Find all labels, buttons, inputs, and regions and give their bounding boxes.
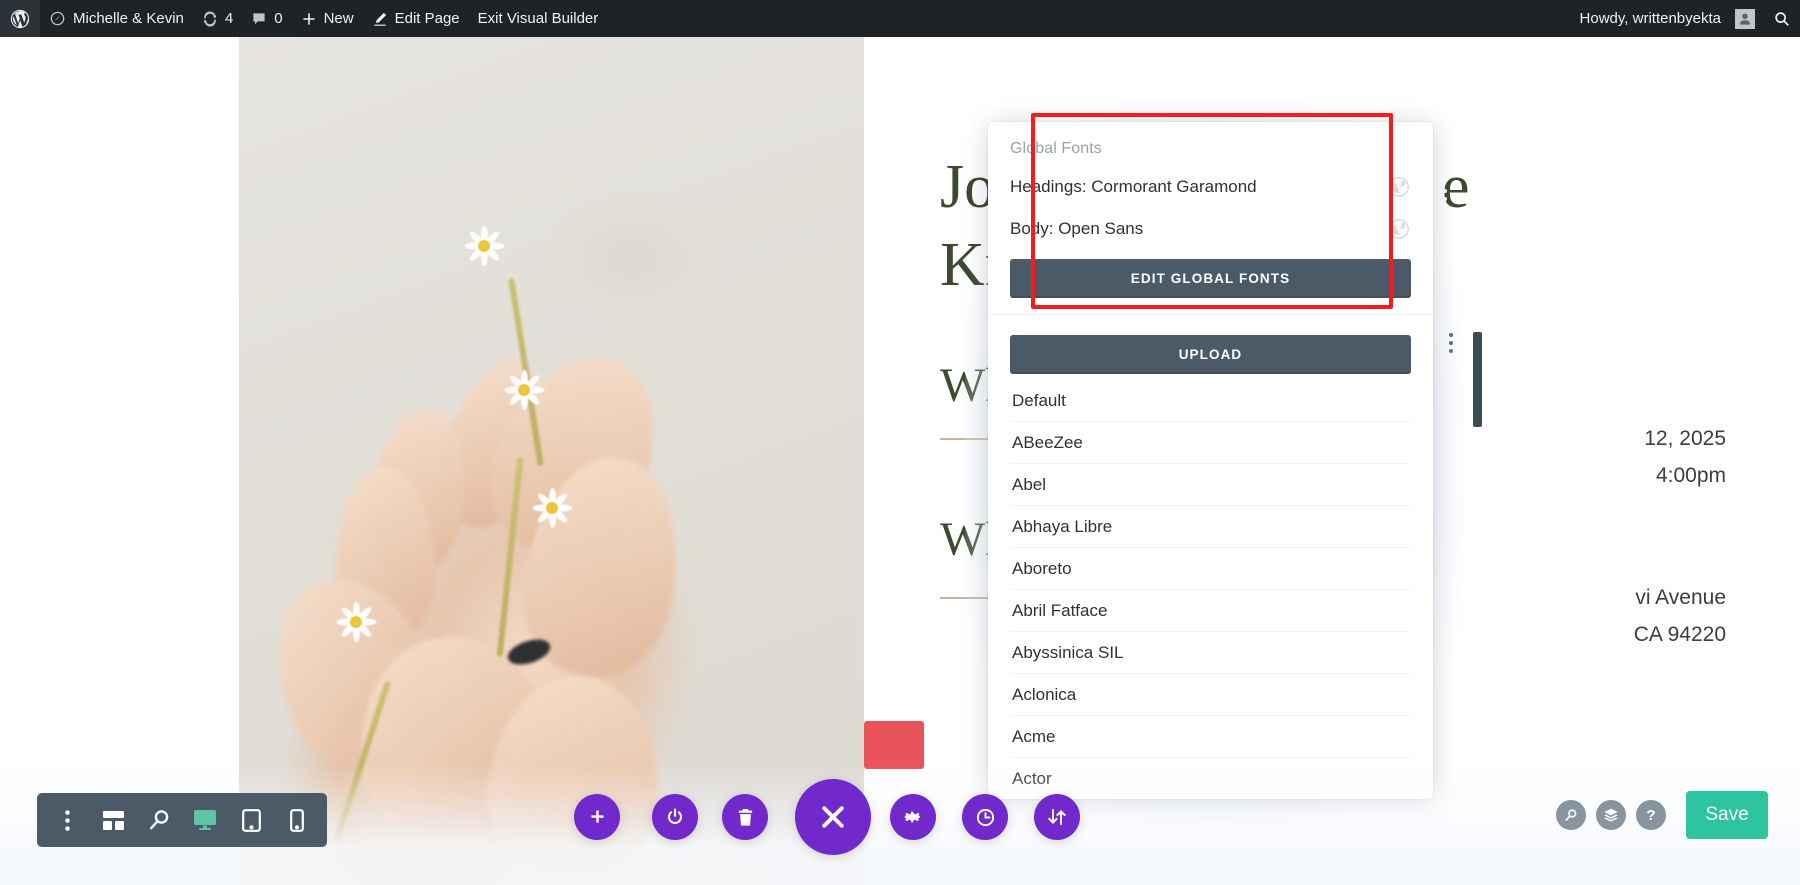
event-date-text: 12, 2025	[1644, 427, 1726, 450]
updates-icon	[202, 10, 218, 27]
edit-page-label: Edit Page	[394, 10, 460, 27]
search-icon	[1564, 808, 1576, 821]
desktop-view-icon[interactable]	[183, 798, 227, 842]
page-canvas: Jo Kn e Wh Wh 12, 2025 4:00pm vi Avenue …	[0, 37, 1800, 885]
daisy-flower	[461, 223, 507, 269]
edit-page-link[interactable]: Edit Page	[363, 0, 469, 37]
font-list-item[interactable]: ABeeZee	[1010, 422, 1411, 464]
global-fonts-section: Global Fonts Headings: Cormorant Garamon…	[988, 122, 1433, 315]
font-list-item[interactable]: Acme	[1010, 716, 1411, 758]
font-list-item[interactable]: Abhaya Libre	[1010, 506, 1411, 548]
font-list[interactable]: Default ABeeZee Abel Abhaya Libre Aboret…	[988, 380, 1433, 799]
font-list-item[interactable]: Abel	[1010, 464, 1411, 506]
exit-visual-builder-label: Exit Visual Builder	[477, 10, 599, 27]
power-toggle-button[interactable]	[652, 794, 698, 840]
help-button[interactable]: ?	[1636, 800, 1666, 830]
comments-icon	[251, 11, 267, 27]
global-fonts-title: Global Fonts	[1010, 140, 1102, 157]
search-button[interactable]	[1556, 800, 1586, 830]
module-options-handle[interactable]	[1449, 333, 1453, 353]
site-name-label: Michelle & Kevin	[73, 10, 184, 27]
pencil-icon	[372, 11, 388, 27]
module-drag-handle-right[interactable]	[1443, 189, 1447, 209]
globe-icon	[1387, 217, 1411, 241]
portability-button[interactable]	[1034, 794, 1080, 840]
edit-global-fonts-button[interactable]: EDIT GLOBAL FONTS	[1010, 259, 1411, 298]
global-heading-font-label: Headings: Cormorant Garamond	[1010, 177, 1257, 196]
hero-photo[interactable]	[239, 37, 864, 885]
global-body-font-label: Body: Open Sans	[1010, 219, 1144, 238]
new-content-menu[interactable]: New	[292, 0, 363, 37]
event-address-line1: vi Avenue	[1635, 586, 1726, 609]
close-menu-icon	[822, 806, 844, 828]
event-address-line2: CA 94220	[1633, 623, 1726, 646]
admin-bar-search-button[interactable]	[1764, 0, 1800, 37]
global-heading-font-row[interactable]: Headings: Cormorant Garamond	[1010, 175, 1411, 199]
close-menu-button[interactable]	[795, 779, 871, 855]
exit-visual-builder-link[interactable]: Exit Visual Builder	[469, 0, 608, 37]
page-title-line1[interactable]: Jo	[940, 155, 995, 220]
new-content-label: New	[323, 10, 354, 27]
globe-icon	[1387, 175, 1411, 199]
zoom-out-icon[interactable]	[137, 798, 181, 842]
help-icon: ?	[1646, 806, 1656, 824]
more-options-icon[interactable]	[45, 798, 89, 842]
user-avatar-icon	[1735, 8, 1755, 29]
dashboard-icon	[49, 10, 66, 27]
event-time-text: 4:00pm	[1655, 464, 1726, 487]
power-toggle-icon	[667, 808, 683, 824]
delete-button[interactable]	[722, 794, 768, 840]
row-handle-bar[interactable]	[1473, 332, 1482, 427]
updates-count: 4	[224, 10, 234, 27]
add-module-button[interactable]	[574, 794, 620, 840]
wireframe-icon[interactable]	[91, 798, 135, 842]
phone-view-icon[interactable]	[275, 798, 319, 842]
settings-gear-icon	[904, 811, 921, 823]
upload-section: UPLOAD	[988, 315, 1433, 380]
upload-font-button[interactable]: UPLOAD	[1010, 335, 1411, 374]
builder-view-toolbar	[37, 793, 327, 847]
wp-logo-menu[interactable]	[0, 0, 40, 37]
font-list-item[interactable]: Abyssinica SIL	[1010, 632, 1411, 674]
history-clock-icon	[976, 808, 994, 826]
tablet-view-icon[interactable]	[229, 798, 273, 842]
my-account-menu[interactable]: Howdy, writtenbyekta	[1571, 0, 1764, 37]
settings-button[interactable]	[890, 794, 936, 840]
font-list-item[interactable]: Actor	[1010, 758, 1411, 799]
daisy-flower	[501, 367, 547, 413]
daisy-flower	[333, 599, 379, 645]
wordpress-logo-icon	[9, 8, 31, 30]
global-body-font-row[interactable]: Body: Open Sans	[1010, 217, 1411, 241]
layers-icon	[1604, 808, 1618, 822]
updates-menu[interactable]: 4	[193, 0, 242, 37]
admin-bar-right: Howdy, writtenbyekta	[1571, 0, 1800, 37]
font-picker-panel: Global Fonts Headings: Cormorant Garamon…	[988, 122, 1433, 799]
page-title-tail[interactable]: e	[1442, 155, 1470, 220]
plus-icon	[301, 11, 317, 27]
font-list-item[interactable]: Aclonica	[1010, 674, 1411, 716]
font-list-item[interactable]: Abril Fatface	[1010, 590, 1411, 632]
font-list-item[interactable]: Default	[1010, 380, 1411, 422]
wp-admin-bar: Michelle & Kevin 4 0 New Edit Page Exit …	[0, 0, 1800, 37]
visual-builder-screen: Michelle & Kevin 4 0 New Edit Page Exit …	[0, 0, 1800, 885]
daisy-flower	[529, 485, 575, 531]
search-icon	[1773, 10, 1791, 28]
layers-button[interactable]	[1596, 800, 1626, 830]
howdy-label: Howdy, writtenbyekta	[1579, 10, 1721, 27]
cta-button-red[interactable]	[864, 721, 924, 769]
add-module-icon	[590, 809, 604, 823]
font-list-item[interactable]: Aboreto	[1010, 548, 1411, 590]
comments-menu[interactable]: 0	[242, 0, 291, 37]
builder-actions: ? Save	[1556, 791, 1768, 839]
comments-count: 0	[274, 10, 283, 27]
site-name-menu[interactable]: Michelle & Kevin	[40, 0, 193, 37]
history-button[interactable]	[962, 794, 1008, 840]
delete-icon	[738, 808, 752, 826]
portability-icon	[1048, 809, 1066, 825]
save-button[interactable]: Save	[1686, 791, 1768, 839]
